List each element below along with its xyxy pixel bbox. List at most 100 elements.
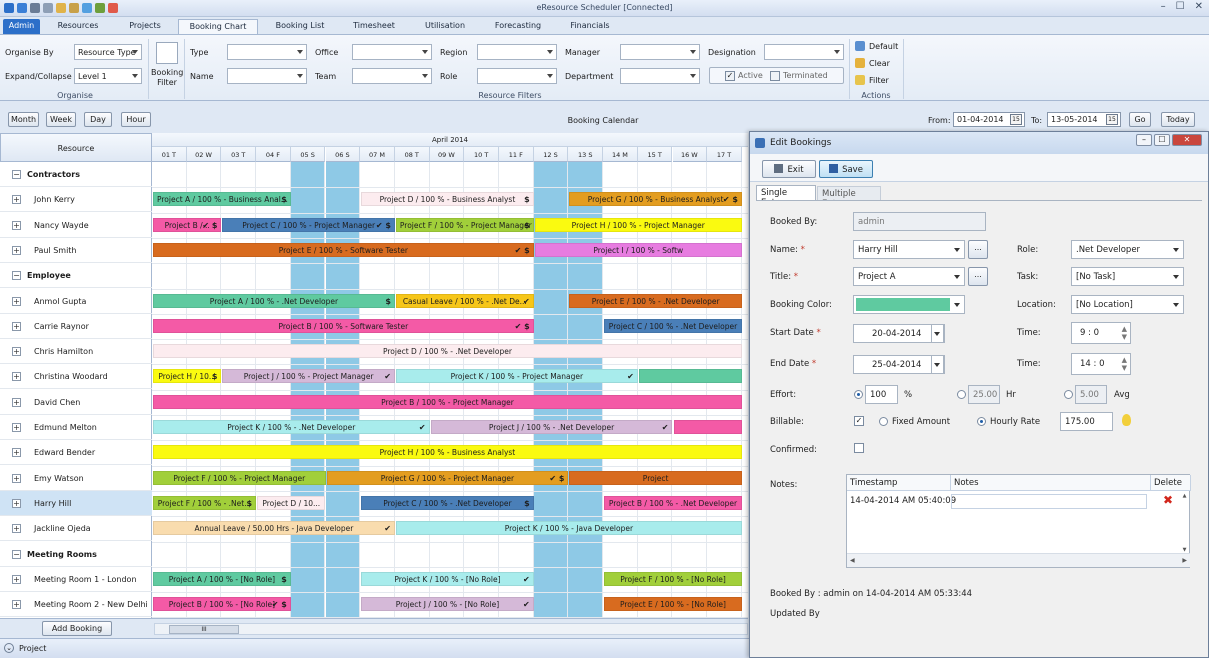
booking-bar[interactable]: Project D / 100 % - Business Analyst $: [361, 192, 534, 207]
resource-row[interactable]: + Nancy Wayde: [0, 213, 152, 238]
booking-bar[interactable]: Project K / 100 % - Java Developer: [395, 521, 742, 536]
booking-bar[interactable]: Project B / 100 % - .Net Developer: [604, 495, 742, 510]
rate-input[interactable]: 175.00: [1060, 412, 1113, 431]
resource-row[interactable]: + Chris Hamilton: [0, 339, 152, 365]
note-text-input[interactable]: [951, 494, 1147, 509]
booking-bar[interactable]: Project H / 100 % - Project Manager: [534, 217, 742, 232]
title-select[interactable]: Project A: [853, 267, 965, 286]
expand-icon[interactable]: +: [12, 397, 21, 407]
booking-bar[interactable]: Project F / 100 % - Project Manager: [153, 470, 326, 485]
name-browse-button[interactable]: ...: [968, 240, 988, 259]
booking-bar[interactable]: Project B / 100 % - Project Manager: [153, 394, 742, 409]
manager-select[interactable]: [620, 44, 700, 60]
save-button[interactable]: Save: [819, 160, 873, 178]
booking-bar[interactable]: Project A / 100 % - Business Anal... $: [153, 192, 291, 207]
booking-bar[interactable]: Project B /... ✔ $: [153, 217, 222, 232]
go-button[interactable]: Go: [1129, 112, 1151, 127]
expand-icon[interactable]: +: [12, 347, 21, 357]
collapse-icon[interactable]: −: [12, 549, 21, 559]
expand-icon[interactable]: +: [12, 498, 21, 508]
booking-bar[interactable]: Project K / 100 % - [No Role] ✔: [361, 571, 534, 586]
expand-icon[interactable]: +: [12, 524, 21, 534]
booking-bar[interactable]: Casual Leave / 100 % - .Net De... ✔: [395, 293, 534, 308]
title-browse-button[interactable]: ...: [968, 267, 988, 286]
tab-multiple-entry[interactable]: Multiple Entry: [817, 186, 881, 209]
day-header[interactable]: 13 S: [568, 147, 604, 162]
booking-filter-button[interactable]: Booking Filter: [151, 68, 183, 88]
booking-bar[interactable]: Project E / 100 % - .Net Developer: [569, 293, 742, 308]
day-header[interactable]: 15 T: [637, 147, 673, 162]
booking-bar[interactable]: Project J / 100 % - Project Manager ✔: [222, 369, 395, 384]
day-header[interactable]: 05 S: [290, 147, 326, 162]
today-button[interactable]: Today: [1161, 112, 1195, 127]
effort-percent-radio[interactable]: [854, 390, 863, 399]
expand-icon[interactable]: +: [12, 245, 21, 255]
booking-bar[interactable]: [673, 420, 742, 434]
clear-button[interactable]: Clear: [855, 58, 890, 68]
expand-icon[interactable]: +: [12, 321, 21, 331]
tab-financials[interactable]: Financials: [560, 19, 620, 34]
scroll-left-icon[interactable]: ◀: [850, 557, 855, 564]
resource-group-row[interactable]: − Employee: [0, 263, 152, 289]
confirmed-checkbox[interactable]: [854, 443, 864, 453]
close-icon[interactable]: ✕: [1195, 1, 1203, 12]
expand-icon[interactable]: +: [12, 296, 21, 306]
booking-bar[interactable]: Project F / 100 % - Project Manager $: [395, 217, 534, 232]
from-date-input[interactable]: 01-04-2014 15: [953, 112, 1025, 127]
task-select[interactable]: [No Task]: [1071, 267, 1184, 286]
expand-icon[interactable]: +: [12, 574, 21, 584]
tab-timesheet[interactable]: Timesheet: [343, 19, 405, 34]
resource-row[interactable]: + Meeting Room 1 - London: [0, 567, 152, 592]
hourly-rate-radio[interactable]: [977, 417, 986, 426]
booking-bar[interactable]: Project B / 100 % - [No Role] ✔ $: [153, 597, 291, 612]
tab-booking-list[interactable]: Booking List: [264, 19, 336, 34]
region-select[interactable]: [477, 44, 557, 60]
start-time-input[interactable]: 9 : 0 ▲ ▼: [1071, 322, 1131, 344]
effort-hours-input[interactable]: 25.00: [968, 385, 1000, 404]
booking-filter-icon[interactable]: [156, 42, 178, 64]
booking-bar[interactable]: Project G / 100 % - Project Manager ✔ $: [326, 470, 569, 485]
delete-note-icon[interactable]: ✖: [1163, 493, 1173, 507]
close-icon[interactable]: ✕: [1172, 134, 1202, 146]
resource-row[interactable]: + Edward Bender: [0, 440, 152, 466]
name-select[interactable]: [227, 68, 307, 84]
day-header[interactable]: 17 T: [707, 147, 742, 162]
resource-group-row[interactable]: − Contractors: [0, 162, 152, 187]
organise-by-select[interactable]: Resource Type: [74, 44, 142, 60]
team-select[interactable]: [352, 68, 432, 84]
day-header[interactable]: 01 T: [152, 147, 187, 162]
start-date-dropdown[interactable]: [931, 324, 944, 343]
notes-vertical-scrollbar[interactable]: ▲ ▼: [1179, 493, 1190, 553]
resource-group-row[interactable]: − Meeting Rooms: [0, 542, 152, 567]
resource-column-header[interactable]: Resource: [0, 133, 152, 162]
collapse-icon[interactable]: −: [12, 271, 21, 281]
resource-row[interactable]: + David Chen: [0, 390, 152, 415]
booking-bar[interactable]: Project D / 10...: [257, 495, 326, 510]
end-date-dropdown[interactable]: [931, 355, 944, 374]
booking-bar[interactable]: Project F / 100 % - [No Role]: [604, 571, 742, 586]
booking-bar[interactable]: Project: [569, 470, 742, 485]
day-header[interactable]: 16 W: [672, 147, 708, 162]
booking-bar[interactable]: Project K / 100 % - Project Manager ✔: [395, 369, 638, 384]
booking-bar[interactable]: Project G / 100 % - Business Analyst ✔ $: [569, 192, 742, 207]
day-header[interactable]: 14 M: [603, 147, 638, 162]
resource-row[interactable]: + Emy Watson: [0, 466, 152, 491]
booking-bar[interactable]: [638, 369, 742, 384]
resource-row[interactable]: + Christina Woodard: [0, 364, 152, 390]
booking-bar[interactable]: Project J / 100 % - [No Role] ✔: [361, 597, 534, 612]
resource-row[interactable]: + John Kerry: [0, 187, 152, 213]
tab-forecasting[interactable]: Forecasting: [487, 19, 549, 34]
resource-row[interactable]: + Edmund Melton: [0, 415, 152, 440]
effort-hours-radio[interactable]: [957, 390, 966, 399]
booking-bar[interactable]: Project H / 10... $: [153, 369, 222, 384]
week-view-button[interactable]: Week: [46, 112, 76, 127]
maximize-icon[interactable]: ☐: [1154, 134, 1170, 146]
resource-row[interactable]: + Meeting Room 2 - New Delhi: [0, 592, 152, 618]
booking-bar[interactable]: Project C / 100 % - Project Manager ✔ $: [222, 217, 395, 232]
effort-average-input[interactable]: 5.00: [1075, 385, 1107, 404]
day-header[interactable]: 10 T: [464, 147, 499, 162]
day-header[interactable]: 09 W: [429, 147, 465, 162]
resource-row[interactable]: + Paul Smith: [0, 238, 152, 263]
effort-percent-input[interactable]: 100: [865, 385, 898, 404]
tab-admin[interactable]: Admin: [3, 19, 40, 34]
